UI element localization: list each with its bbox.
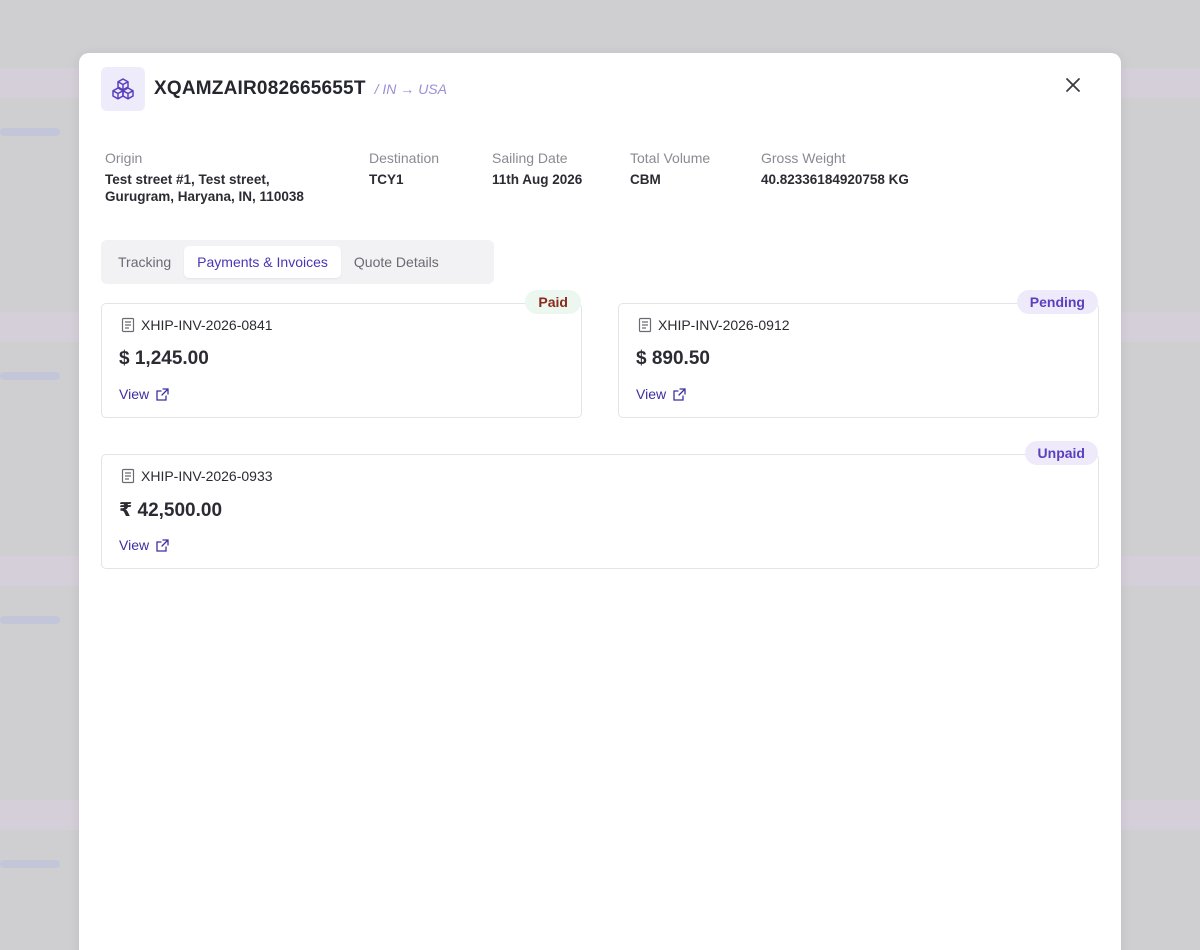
destination-value: TCY1 [369, 172, 404, 187]
shipment-modal: XQAMZAIR082665655T / IN → USA Origin Tes… [79, 53, 1121, 950]
background-blob [0, 860, 60, 868]
shipment-id: XQAMZAIR082665655T [154, 78, 366, 99]
external-link-icon [155, 387, 170, 402]
document-icon [121, 317, 135, 333]
document-icon [121, 468, 135, 484]
total-volume-label: Total Volume [630, 150, 711, 166]
invoice-card: Unpaid XHIP-INV-2026-0933 ₹ 42,500.00 Vi… [101, 441, 1099, 569]
invoice-number-row: XHIP-INV-2026-0912 [638, 317, 790, 333]
invoice-number-row: XHIP-INV-2026-0933 [121, 468, 273, 484]
invoice-amount: $ 1,245.00 [119, 348, 209, 369]
external-link-icon [155, 538, 170, 553]
background-blob [0, 372, 60, 380]
origin-value-line2: Gurugram, Haryana, IN, 110038 [105, 189, 304, 204]
tab-tracking[interactable]: Tracking [105, 246, 184, 278]
gross-weight-label: Gross Weight [761, 150, 846, 166]
external-link-icon [672, 387, 687, 402]
view-label: View [636, 386, 667, 402]
view-label: View [119, 386, 150, 402]
close-button[interactable] [1061, 73, 1085, 97]
document-icon [638, 317, 652, 333]
sailing-date-field: Sailing Date 11th Aug 2026 [492, 150, 582, 188]
view-invoice-link[interactable]: View [636, 386, 687, 402]
status-badge-pending: Pending [1016, 290, 1098, 314]
gross-weight-value: 40.82336184920758 KG [761, 172, 909, 187]
sailing-date-value: 11th Aug 2026 [492, 172, 583, 187]
background-blob [0, 616, 60, 624]
view-invoice-link[interactable]: View [119, 386, 170, 402]
background-blob [0, 128, 60, 136]
destination-label: Destination [369, 150, 440, 166]
invoice-number: XHIP-INV-2026-0912 [658, 317, 790, 333]
view-invoice-link[interactable]: View [119, 537, 170, 553]
close-icon [1066, 78, 1080, 92]
view-label: View [119, 537, 150, 553]
origin-field: Origin Test street #1, Test street, Guru… [105, 150, 304, 205]
invoice-amount: $ 890.50 [636, 348, 710, 369]
invoice-number-row: XHIP-INV-2026-0841 [121, 317, 273, 333]
sailing-date-label: Sailing Date [492, 150, 568, 166]
status-badge-unpaid: Unpaid [1024, 441, 1098, 465]
invoice-number: XHIP-INV-2026-0933 [141, 468, 273, 484]
shipment-route: / IN → USA [374, 81, 447, 97]
origin-value-line1: Test street #1, Test street, [105, 172, 270, 187]
destination-field: Destination TCY1 [369, 150, 439, 188]
modal-header: XQAMZAIR082665655T / IN → USA [101, 67, 447, 111]
total-volume-value: CBM [630, 172, 661, 187]
invoice-card: Pending XHIP-INV-2026-0912 $ 890.50 View [618, 290, 1099, 418]
tab-quote-details[interactable]: Quote Details [341, 246, 452, 278]
gross-weight-field: Gross Weight 40.82336184920758 KG [761, 150, 909, 188]
total-volume-field: Total Volume CBM [630, 150, 710, 188]
status-badge-paid: Paid [525, 290, 581, 314]
cubes-icon [101, 67, 145, 111]
origin-label: Origin [105, 150, 143, 166]
tab-payments-invoices[interactable]: Payments & Invoices [184, 246, 341, 278]
invoice-number: XHIP-INV-2026-0841 [141, 317, 273, 333]
invoice-amount: ₹ 42,500.00 [119, 500, 223, 521]
tab-bar: Tracking Payments & Invoices Quote Detai… [101, 240, 494, 284]
invoice-card: Paid XHIP-INV-2026-0841 $ 1,245.00 View [101, 290, 582, 418]
